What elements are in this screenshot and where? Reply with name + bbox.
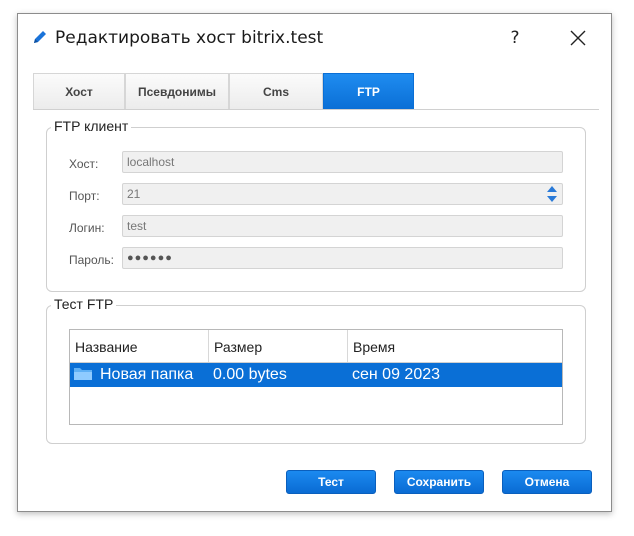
port-value: 21 [127,187,141,201]
save-button[interactable]: Сохранить [394,470,484,494]
dialog-title: Редактировать хост bitrix.test [55,28,324,48]
table-row[interactable]: Новая папка 0.00 bytes сен 09 2023 [70,363,562,387]
column-header-time[interactable]: Время [348,330,562,362]
port-stepper[interactable]: 21 [122,183,563,205]
column-header-size[interactable]: Размер [209,330,348,362]
row-size: 0.00 bytes [213,366,287,383]
tab-aliases[interactable]: Псевдонимы [125,73,229,109]
test-button[interactable]: Тест [286,470,376,494]
column-header-name[interactable]: Название [70,330,209,362]
row-time: сен 09 2023 [352,366,441,383]
login-label: Логин: [69,221,105,235]
login-input[interactable]: test [122,215,563,237]
port-label: Порт: [69,189,100,203]
edit-host-dialog: Редактировать хост bitrix.test ? Хост Пс… [17,13,612,512]
cancel-button[interactable]: Отмена [502,470,592,494]
ftp-client-group: FTP клиент Хост: localhost Порт: 21 Логи… [46,118,586,292]
row-name: Новая папка [100,366,194,383]
tab-bar: Хост Псевдонимы Cms FTP [33,73,599,110]
tab-cms[interactable]: Cms [229,73,323,109]
host-input[interactable]: localhost [122,151,563,173]
ftp-file-table[interactable]: Название Размер Время Новая папка 0.00 b… [69,329,563,425]
tab-ftp[interactable]: FTP [323,73,414,109]
ftp-test-group: Тест FTP Название Размер Время Новая пап… [46,296,586,444]
port-spinner [543,185,561,203]
help-button[interactable]: ? [503,26,527,50]
password-label: Пароль: [69,253,114,267]
close-icon[interactable] [566,26,590,50]
ftp-client-legend: FTP клиент [51,118,132,134]
table-header: Название Размер Время [70,330,562,363]
folder-icon [74,368,92,380]
pencil-icon [34,31,46,43]
password-input[interactable]: ●●●●●● [122,247,563,269]
row-name-cell: Новая папка [70,363,209,387]
spin-up-icon[interactable] [547,186,557,192]
ftp-test-legend: Тест FTP [51,296,117,312]
host-label: Хост: [69,157,99,171]
spin-down-icon[interactable] [547,196,557,202]
tab-host[interactable]: Хост [33,73,125,109]
title-bar: Редактировать хост bitrix.test ? [18,14,611,62]
